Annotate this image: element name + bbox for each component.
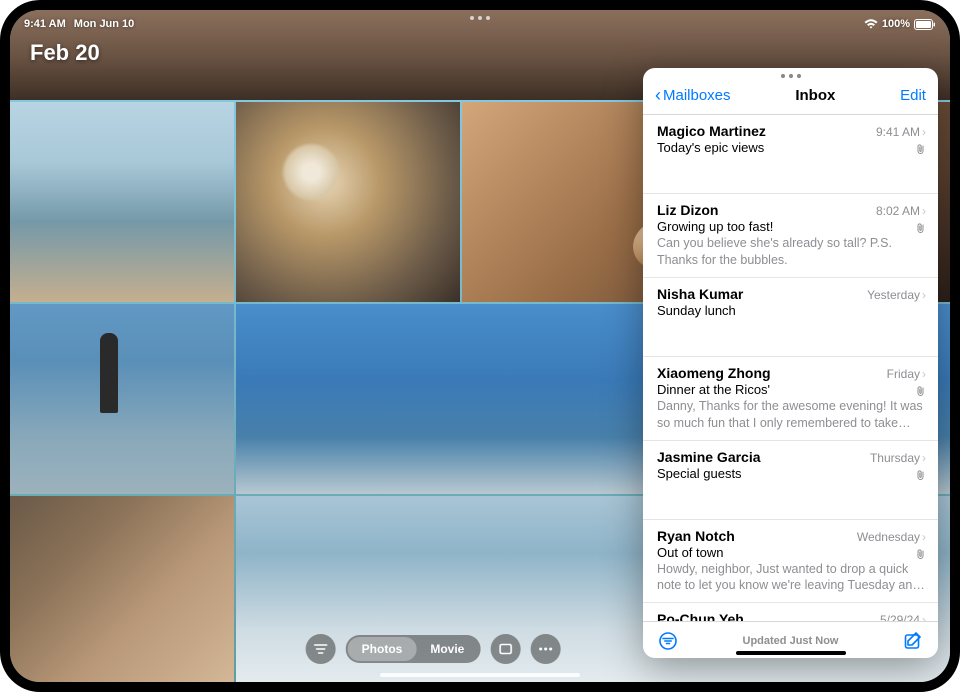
battery-icon xyxy=(914,19,936,30)
movie-tab[interactable]: Movie xyxy=(416,637,478,661)
mail-sender: Ryan Notch xyxy=(657,528,735,544)
battery-percent: 100% xyxy=(882,18,910,30)
mail-time: 9:41 AM› xyxy=(876,125,926,139)
mail-item[interactable]: Jasmine Garcia Thursday›Special guests xyxy=(643,441,938,520)
mail-status: Updated Just Now xyxy=(743,635,839,647)
mail-sender: Xiaomeng Zhong xyxy=(657,365,771,381)
date-label: Feb 20 xyxy=(30,40,100,66)
chevron-right-icon: › xyxy=(922,288,926,302)
screen: 9:41 AM Mon Jun 10 100% xyxy=(10,10,950,682)
attachment-icon xyxy=(916,222,926,234)
photo-thumbnail[interactable] xyxy=(236,102,460,302)
photo-thumbnail[interactable] xyxy=(10,496,234,682)
back-label: Mailboxes xyxy=(663,87,731,104)
mail-time: 5/29/24› xyxy=(880,613,926,621)
mail-subject: Today's epic views xyxy=(657,140,926,155)
mailboxes-back-button[interactable]: ‹ Mailboxes xyxy=(655,86,731,104)
mail-subject: Special guests xyxy=(657,466,926,481)
mail-preview: Danny, Thanks for the awesome evening! I… xyxy=(657,398,926,432)
mail-item[interactable]: Nisha Kumar Yesterday›Sunday lunch xyxy=(643,278,938,357)
chevron-right-icon: › xyxy=(922,613,926,621)
edit-button[interactable]: Edit xyxy=(900,87,926,104)
chevron-right-icon: › xyxy=(922,125,926,139)
chevron-right-icon: › xyxy=(922,451,926,465)
chevron-right-icon: › xyxy=(922,367,926,381)
chevron-right-icon: › xyxy=(922,204,926,218)
compose-button[interactable] xyxy=(902,630,924,652)
device-frame: 9:41 AM Mon Jun 10 100% xyxy=(0,0,960,692)
mail-subject: Out of town xyxy=(657,545,926,560)
mail-footer: Updated Just Now xyxy=(643,621,938,658)
mail-slideover: ‹ Mailboxes Inbox Edit Magico Martinez 9:… xyxy=(643,68,938,658)
home-indicator[interactable] xyxy=(380,673,580,677)
photo-thumbnail[interactable] xyxy=(10,304,234,494)
mail-list[interactable]: Magico Martinez 9:41 AM›Today's epic view… xyxy=(643,115,938,621)
mail-item[interactable]: Po-Chun Yeh5/29/24›Lunch call? xyxy=(643,603,938,621)
mail-time: 8:02 AM› xyxy=(876,204,926,218)
filter-mail-button[interactable] xyxy=(657,630,679,652)
photos-toolbar: Photos Movie xyxy=(306,634,561,664)
attachment-icon xyxy=(916,143,926,155)
mail-sender: Liz Dizon xyxy=(657,202,718,218)
mail-home-indicator[interactable] xyxy=(736,651,846,655)
mail-sender: Nisha Kumar xyxy=(657,286,743,302)
mail-time: Thursday› xyxy=(870,451,926,465)
mail-sender: Magico Martinez xyxy=(657,123,766,139)
status-bar: 9:41 AM Mon Jun 10 100% xyxy=(10,10,950,34)
mail-item[interactable]: Magico Martinez 9:41 AM›Today's epic view… xyxy=(643,115,938,194)
inbox-title: Inbox xyxy=(795,87,835,104)
attachment-icon xyxy=(916,469,926,481)
chevron-right-icon: › xyxy=(922,530,926,544)
wifi-icon xyxy=(864,19,878,29)
mail-preview: Can you believe she's already so tall? P… xyxy=(657,235,926,269)
mail-header: ‹ Mailboxes Inbox Edit xyxy=(643,80,938,115)
mail-time: Friday› xyxy=(887,367,926,381)
aspect-button[interactable] xyxy=(490,634,520,664)
mail-item[interactable]: Ryan Notch Wednesday›Out of townHowdy, ne… xyxy=(643,520,938,604)
filter-button[interactable] xyxy=(306,634,336,664)
mail-subject: Growing up too fast! xyxy=(657,219,926,234)
status-time: 9:41 AM xyxy=(24,18,66,30)
status-date: Mon Jun 10 xyxy=(74,18,135,30)
mail-time: Yesterday› xyxy=(867,288,926,302)
mail-multitask-dots[interactable] xyxy=(643,68,938,80)
more-button[interactable] xyxy=(530,634,560,664)
attachment-icon xyxy=(916,548,926,560)
mail-item[interactable]: Xiaomeng Zhong Friday›Dinner at the Ricos… xyxy=(643,357,938,441)
attachment-icon xyxy=(916,385,926,397)
photos-tab[interactable]: Photos xyxy=(348,637,417,661)
mail-time: Wednesday› xyxy=(857,530,926,544)
mail-sender: Jasmine Garcia xyxy=(657,449,761,465)
mail-item[interactable]: Liz Dizon 8:02 AM›Growing up too fast!Can… xyxy=(643,194,938,278)
mail-preview: Howdy, neighbor, Just wanted to drop a q… xyxy=(657,561,926,595)
photo-thumbnail[interactable] xyxy=(10,102,234,302)
mail-subject: Dinner at the Ricos' xyxy=(657,382,926,397)
mail-sender: Po-Chun Yeh xyxy=(657,611,744,621)
mail-subject: Sunday lunch xyxy=(657,303,926,318)
view-toggle: Photos Movie xyxy=(346,635,481,663)
chevron-left-icon: ‹ xyxy=(655,86,661,104)
